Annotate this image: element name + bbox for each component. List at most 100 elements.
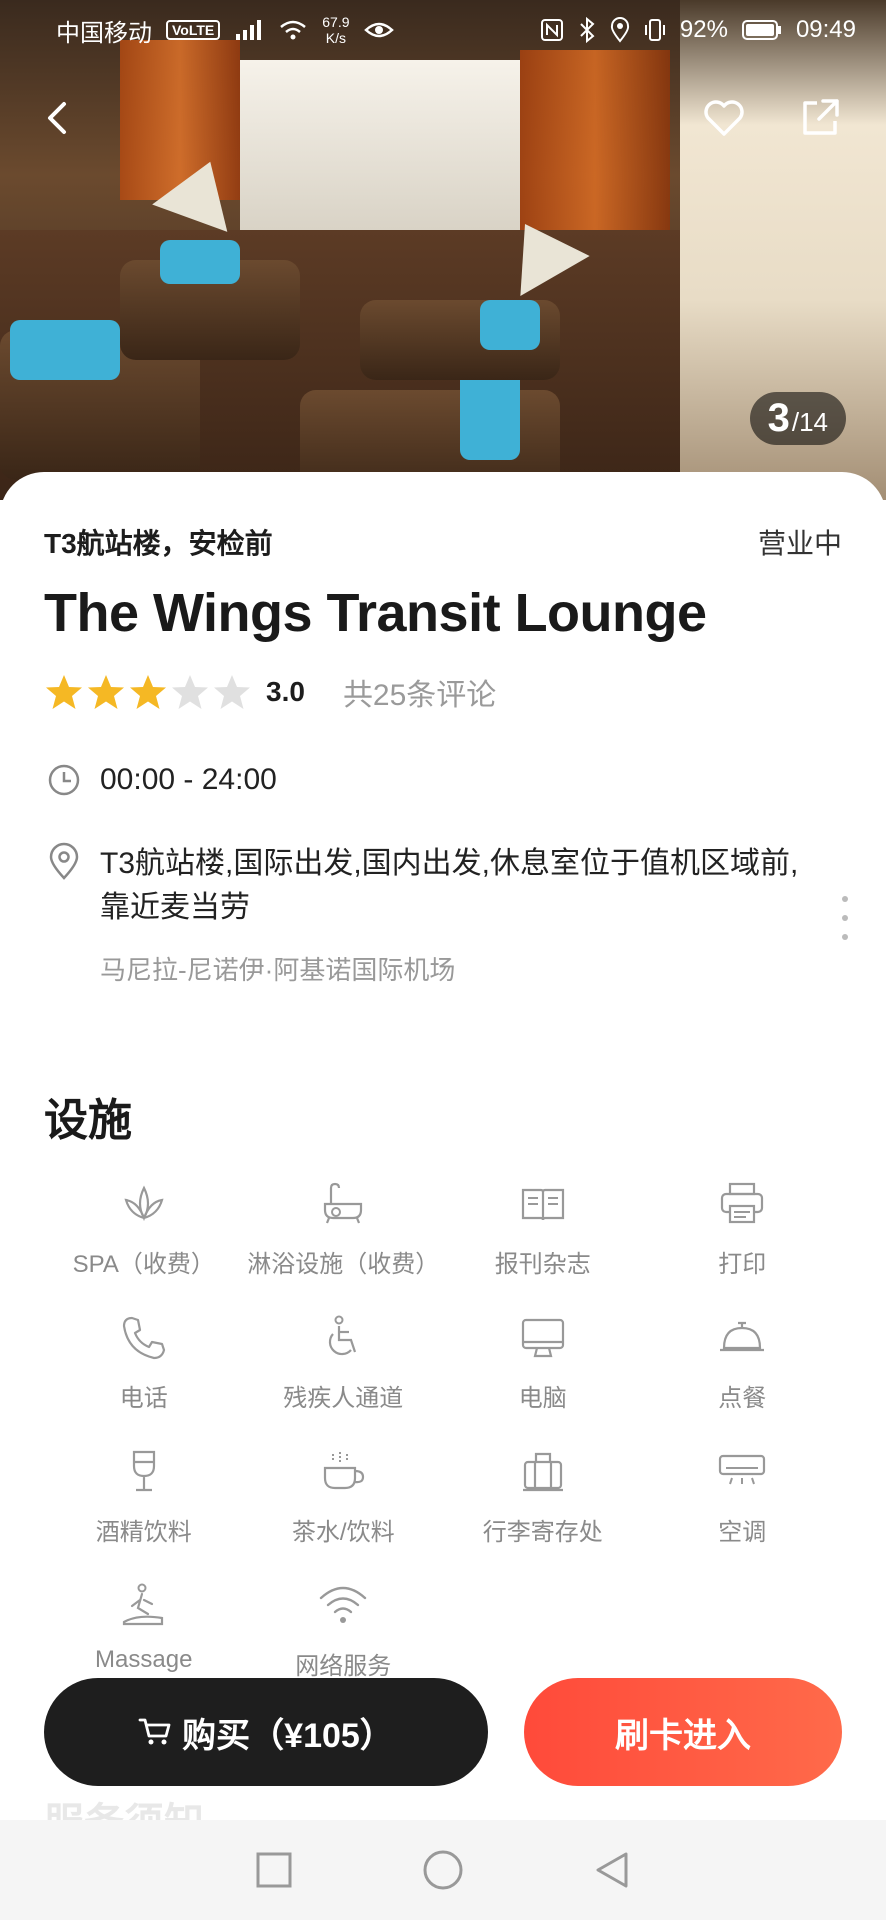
photo-counter: 3 /14	[749, 392, 846, 445]
location-status-icon	[610, 17, 629, 43]
address-row[interactable]: T3航站楼,国际出发,国内出发,休息室位于值机区域前,靠近麦当劳	[44, 842, 804, 930]
back-arrow-icon	[48, 102, 66, 134]
swipe-card-enter-button[interactable]: 刷卡进入	[524, 1678, 842, 1786]
share-button[interactable]	[792, 90, 848, 146]
battery-icon	[741, 20, 781, 40]
facility-label: 电话	[119, 1385, 168, 1412]
facility-item: 残疾人通道	[244, 1312, 444, 1422]
hours-text: 00:00 - 24:00	[100, 763, 277, 796]
home-icon[interactable]	[421, 1848, 465, 1892]
facility-label: 点餐	[718, 1385, 767, 1412]
book-icon	[521, 1188, 564, 1221]
facility-label: SPA（收费）	[72, 1251, 215, 1278]
bathtub-icon	[324, 1182, 363, 1224]
airport-name: 马尼拉-尼诺伊·阿基诺国际机场	[100, 955, 456, 985]
opening-hours: 00:00 - 24:00	[44, 760, 277, 800]
share-icon	[803, 99, 839, 135]
coffee-cup-icon	[324, 1452, 365, 1490]
star-empty-icon	[214, 675, 250, 709]
facility-label: 淋浴设施（收费）	[247, 1251, 440, 1278]
facility-item: Massage	[44, 1580, 244, 1690]
photo-cushion	[460, 370, 520, 460]
facility-label: Massage	[95, 1646, 193, 1673]
buy-label: 购买（¥105）	[182, 1716, 394, 1755]
star-filled-icon	[88, 675, 124, 709]
star-empty-icon	[172, 675, 208, 709]
star-rating	[44, 673, 254, 711]
cart-icon	[138, 1718, 171, 1745]
printer-icon	[721, 1182, 764, 1224]
nfc-icon	[540, 19, 563, 41]
facilities-grid: SPA（收费） 淋浴设施（收费） 报刊杂志 打印电话 残疾人通道 电脑 点餐酒精饮料 茶水/饮…	[44, 1178, 842, 1690]
network-speed: 67.9 K/s	[322, 14, 350, 46]
battery-percent: 92%	[679, 16, 728, 43]
facility-item: 点餐	[643, 1312, 843, 1422]
facility-label: 打印	[718, 1251, 767, 1278]
air-conditioner-icon	[719, 1454, 766, 1485]
wine-glass-icon	[132, 1450, 155, 1492]
review-count-link[interactable]: 共25条评论	[343, 670, 496, 714]
facility-item: 茶水/饮料	[244, 1446, 444, 1556]
status-time: 09:49	[795, 16, 856, 43]
facility-label: 酒精饮料	[95, 1519, 192, 1546]
wifi-status-icon	[280, 20, 307, 40]
photo-cushion	[10, 320, 120, 380]
favorite-button[interactable]	[696, 90, 752, 146]
facility-item: SPA（收费）	[44, 1178, 244, 1288]
facility-label: 报刊杂志	[494, 1251, 591, 1278]
status-bar: 中国移动 VoLTE 67.9 K/s 92% 09:49	[0, 0, 886, 60]
facility-item: 淋浴设施（收费）	[244, 1178, 444, 1288]
facility-item: 行李寄存处	[443, 1446, 643, 1556]
photo-cushion	[160, 240, 240, 284]
clock-icon	[48, 764, 80, 796]
system-navigation-bar	[0, 1820, 886, 1920]
rating-score: 3.0	[266, 676, 305, 707]
enter-label: 刷卡进入	[615, 1716, 751, 1755]
rating-row[interactable]: 3.0 共25条评论	[44, 670, 496, 714]
bluetooth-icon	[580, 17, 595, 43]
facility-item: 酒精饮料	[44, 1446, 244, 1556]
vibrate-icon	[644, 19, 665, 41]
facility-item: 电话	[44, 1312, 244, 1422]
facility-label: 电脑	[518, 1385, 567, 1412]
massage-icon	[122, 1583, 163, 1626]
wifi-icon	[320, 1586, 367, 1623]
photo-window	[240, 60, 520, 230]
phone-icon	[122, 1316, 165, 1360]
facility-label: 网络服务	[295, 1653, 392, 1680]
facility-label: 行李寄存处	[482, 1519, 603, 1546]
facility-label: 空调	[718, 1519, 767, 1546]
lounge-photo-gallery[interactable]: 中国移动 VoLTE 67.9 K/s 92% 09:49 3 /14	[0, 0, 886, 500]
open-status-badge: 营业中	[757, 528, 842, 559]
signal-icon	[236, 20, 262, 40]
lotus-icon	[124, 1185, 164, 1222]
eye-icon	[363, 22, 394, 38]
recent-apps-icon[interactable]	[254, 1850, 294, 1890]
facility-label: 茶水/饮料	[291, 1519, 395, 1546]
photo-curtain-right	[520, 50, 670, 230]
volte-badge: VoLTE	[166, 20, 221, 40]
star-filled-icon	[46, 675, 82, 709]
address-text: T3航站楼,国际出发,国内出发,休息室位于值机区域前,靠近麦当劳	[100, 847, 799, 924]
facility-item: 报刊杂志	[443, 1178, 643, 1288]
buy-button[interactable]: 购买（¥105）	[44, 1678, 488, 1786]
facility-label: 残疾人通道	[283, 1385, 404, 1412]
carrier-label: 中国移动	[56, 19, 152, 47]
facilities-heading: 设施	[44, 1096, 132, 1145]
facility-item: 电脑	[443, 1312, 643, 1422]
heart-icon	[704, 100, 744, 136]
back-button[interactable]	[30, 90, 86, 146]
lounge-title: The Wings Transit Lounge	[44, 583, 707, 643]
location-pin-icon	[49, 842, 79, 880]
luggage-icon	[522, 1452, 563, 1492]
photo-cushion	[480, 300, 540, 350]
facility-item: 打印	[643, 1178, 843, 1288]
nav-back-icon[interactable]	[592, 1850, 632, 1890]
food-bell-icon	[720, 1321, 765, 1352]
wheelchair-icon	[329, 1315, 357, 1356]
more-options-icon[interactable]	[838, 896, 852, 940]
facility-item: 网络服务	[244, 1580, 444, 1690]
facility-item: 空调	[643, 1446, 843, 1556]
terminal-location: T3航站楼，安检前	[44, 528, 273, 559]
star-filled-icon	[130, 675, 166, 709]
